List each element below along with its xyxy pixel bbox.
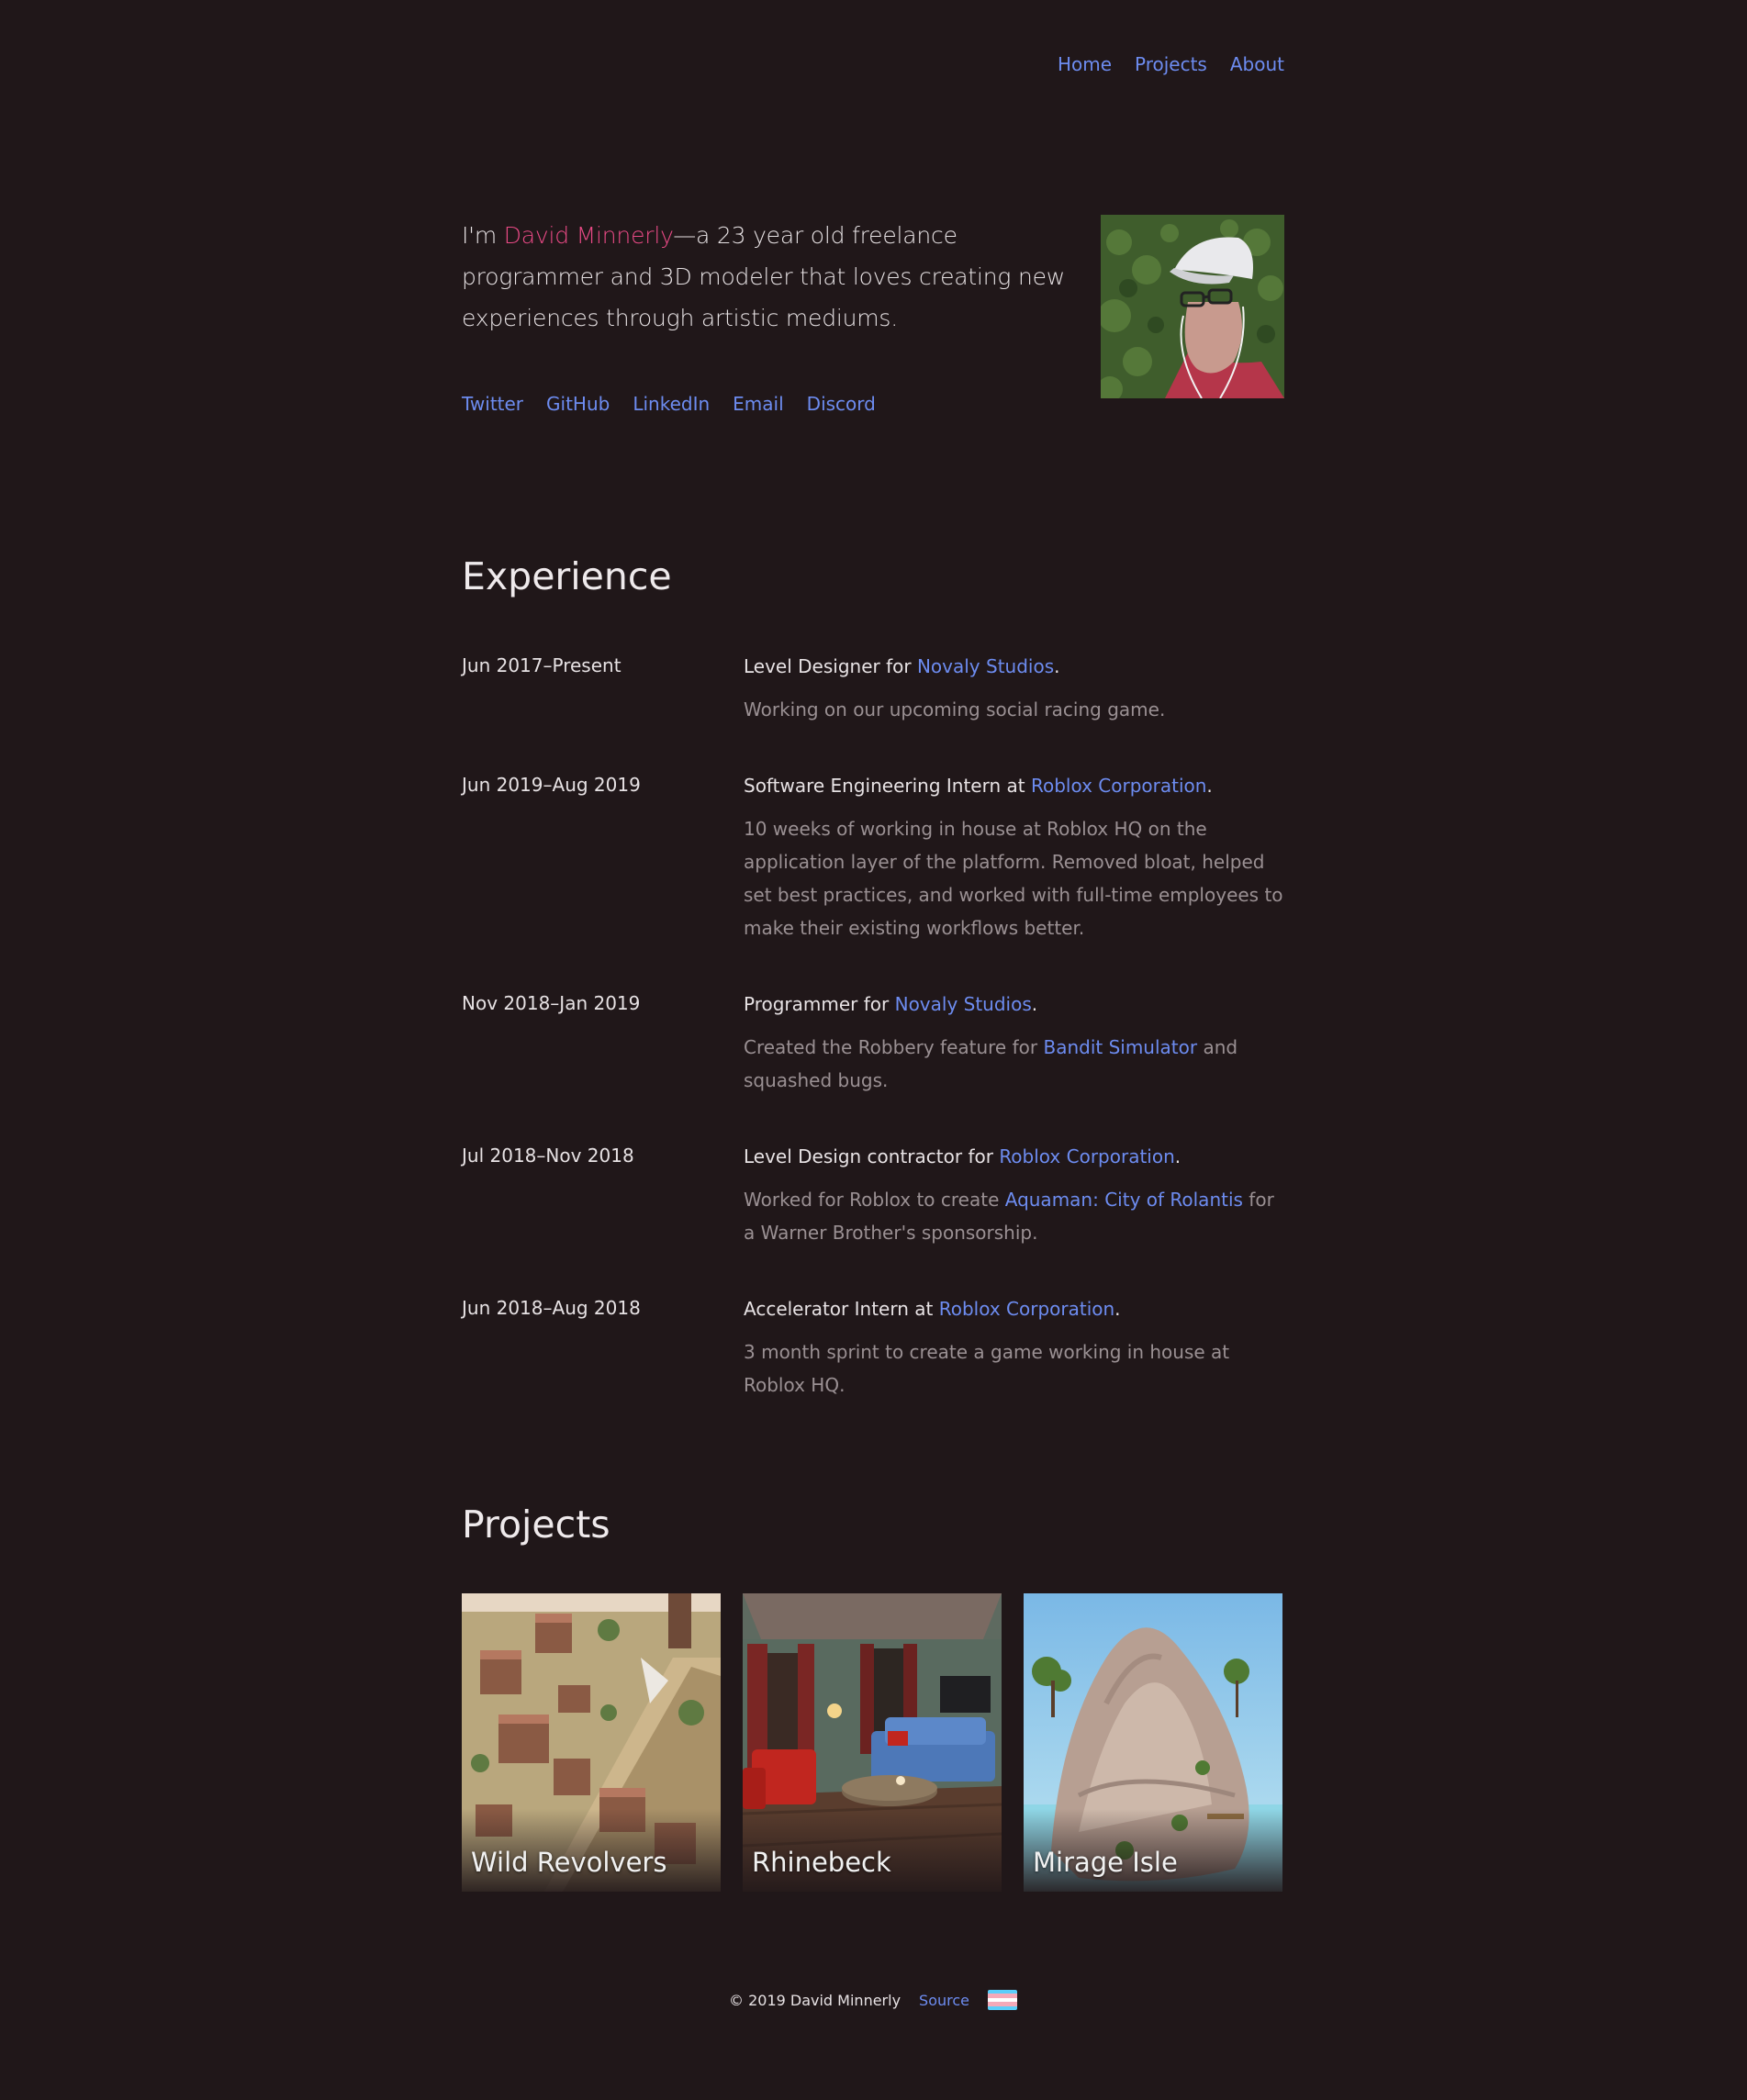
description-text: 10 weeks of working in house at Roblox H… bbox=[744, 818, 1283, 939]
company-link[interactable]: Roblox Corporation bbox=[1031, 775, 1206, 797]
experience-item: Jun 2018–Aug 2018 Accelerator Intern at … bbox=[462, 1297, 1284, 1398]
experience-date: Jun 2017–Present bbox=[462, 654, 622, 676]
description-text: 3 month sprint to create a game working … bbox=[744, 1341, 1230, 1396]
project-link[interactable]: Aquaman: City of Rolantis bbox=[1005, 1189, 1243, 1211]
experience-item: Jul 2018–Nov 2018 Level Design contracto… bbox=[462, 1145, 1284, 1297]
experience-description: Created the Robbery feature for Bandit S… bbox=[744, 1031, 1285, 1097]
experience-heading: Experience bbox=[462, 554, 672, 598]
role-suffix: . bbox=[1054, 655, 1060, 677]
experience-item: Jun 2019–Aug 2019 Software Engineering I… bbox=[462, 774, 1284, 992]
experience-role: Accelerator Intern at Roblox Corporation… bbox=[744, 1297, 1285, 1321]
project-card-rhinebeck[interactable]: Rhinebeck bbox=[743, 1593, 1002, 1892]
source-link[interactable]: Source bbox=[919, 1992, 969, 2009]
intro-prefix: I'm bbox=[462, 222, 504, 249]
discord-link[interactable]: Discord bbox=[807, 393, 876, 415]
experience-date: Nov 2018–Jan 2019 bbox=[462, 992, 641, 1014]
project-title: Wild Revolvers bbox=[471, 1847, 667, 1878]
role-suffix: . bbox=[1114, 1298, 1121, 1320]
intro-section: I'm David Minnerly—a 23 year old freelan… bbox=[462, 215, 1086, 339]
experience-description: Worked for Roblox to create Aquaman: Cit… bbox=[744, 1183, 1285, 1249]
company-link[interactable]: Roblox Corporation bbox=[999, 1145, 1174, 1167]
company-link[interactable]: Novaly Studios bbox=[895, 993, 1032, 1015]
experience-body: Level Design contractor for Roblox Corpo… bbox=[744, 1145, 1285, 1249]
experience-body: Level Designer for Novaly Studios. Worki… bbox=[744, 654, 1285, 726]
experience-list: Jun 2017–Present Level Designer for Nova… bbox=[462, 654, 1284, 1398]
project-title: Rhinebeck bbox=[752, 1847, 891, 1878]
twitter-link[interactable]: Twitter bbox=[462, 393, 523, 415]
avatar-photo bbox=[1101, 215, 1284, 398]
intro-text: I'm David Minnerly—a 23 year old freelan… bbox=[462, 215, 1086, 339]
experience-body: Accelerator Intern at Roblox Corporation… bbox=[744, 1297, 1285, 1402]
experience-body: Programmer for Novaly Studios. Created t… bbox=[744, 992, 1285, 1097]
experience-date: Jun 2018–Aug 2018 bbox=[462, 1297, 641, 1319]
role-suffix: . bbox=[1174, 1145, 1181, 1167]
description-text: Created the Robbery feature for bbox=[744, 1036, 1044, 1058]
experience-role: Programmer for Novaly Studios. bbox=[744, 992, 1285, 1016]
experience-role: Software Engineering Intern at Roblox Co… bbox=[744, 774, 1285, 798]
experience-description: 10 weeks of working in house at Roblox H… bbox=[744, 812, 1285, 944]
experience-description: 3 month sprint to create a game working … bbox=[744, 1335, 1285, 1402]
github-link[interactable]: GitHub bbox=[546, 393, 610, 415]
linkedin-link[interactable]: LinkedIn bbox=[633, 393, 710, 415]
experience-role: Level Design contractor for Roblox Corpo… bbox=[744, 1145, 1285, 1168]
project-card-mirage-isle[interactable]: Mirage Isle bbox=[1024, 1593, 1282, 1892]
projects-grid: Wild Revolvers Rhinebeck Mirage Isle bbox=[462, 1593, 1282, 1892]
email-link[interactable]: Email bbox=[733, 393, 784, 415]
intro-name: David Minnerly bbox=[503, 222, 674, 249]
role-text: Programmer for bbox=[744, 993, 895, 1015]
projects-heading: Projects bbox=[462, 1502, 610, 1547]
role-text: Level Design contractor for bbox=[744, 1145, 1000, 1167]
company-link[interactable]: Roblox Corporation bbox=[939, 1298, 1114, 1320]
role-text: Software Engineering Intern at bbox=[744, 775, 1031, 797]
flag-stripe bbox=[988, 2005, 1017, 2010]
company-link[interactable]: Novaly Studios bbox=[917, 655, 1054, 677]
project-card-wild-revolvers[interactable]: Wild Revolvers bbox=[462, 1593, 721, 1892]
nav-projects-link[interactable]: Projects bbox=[1135, 53, 1207, 75]
experience-date: Jun 2019–Aug 2019 bbox=[462, 774, 641, 796]
trans-flag-icon bbox=[988, 1990, 1017, 2010]
top-nav: Home Projects About bbox=[1058, 53, 1284, 75]
role-text: Accelerator Intern at bbox=[744, 1298, 939, 1320]
description-text: Worked for Roblox to create bbox=[744, 1189, 1005, 1211]
experience-description: Working on our upcoming social racing ga… bbox=[744, 693, 1285, 726]
project-title: Mirage Isle bbox=[1033, 1847, 1178, 1878]
experience-role: Level Designer for Novaly Studios. bbox=[744, 654, 1285, 678]
role-suffix: . bbox=[1031, 993, 1038, 1015]
footer: © 2019 David Minnerly Source bbox=[462, 1990, 1284, 2010]
experience-body: Software Engineering Intern at Roblox Co… bbox=[744, 774, 1285, 944]
description-text: Working on our upcoming social racing ga… bbox=[744, 698, 1166, 720]
role-text: Level Designer for bbox=[744, 655, 917, 677]
role-suffix: . bbox=[1206, 775, 1213, 797]
experience-item: Nov 2018–Jan 2019 Programmer for Novaly … bbox=[462, 992, 1284, 1145]
nav-about-link[interactable]: About bbox=[1230, 53, 1284, 75]
copyright-text: © 2019 David Minnerly bbox=[729, 1991, 901, 2009]
nav-home-link[interactable]: Home bbox=[1058, 53, 1112, 75]
experience-item: Jun 2017–Present Level Designer for Nova… bbox=[462, 654, 1284, 774]
project-link[interactable]: Bandit Simulator bbox=[1043, 1036, 1197, 1058]
experience-date: Jul 2018–Nov 2018 bbox=[462, 1145, 634, 1167]
social-links: Twitter GitHub LinkedIn Email Discord bbox=[462, 393, 876, 415]
